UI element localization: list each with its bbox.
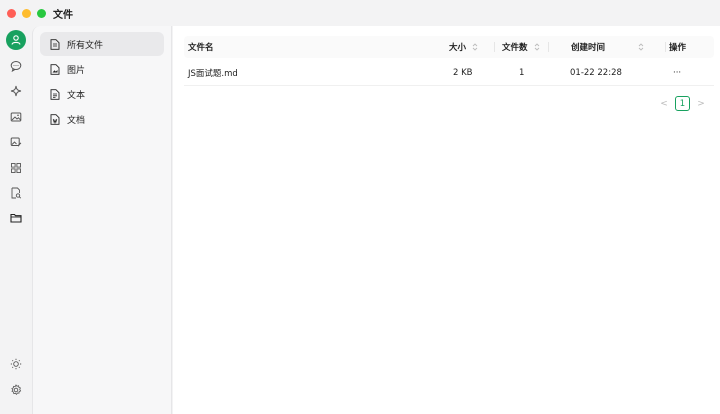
sidebar-item-label: 文档	[67, 115, 86, 126]
image-edit-nav-button[interactable]	[6, 132, 26, 152]
folder-icon	[10, 214, 22, 223]
sidebar-item-text[interactable]: 文本	[40, 82, 164, 106]
apps-nav-button[interactable]	[6, 158, 26, 178]
settings-button[interactable]	[6, 380, 26, 400]
sidebar-item-label: 所有文件	[67, 40, 104, 51]
avatar[interactable]	[6, 30, 26, 50]
files-nav-button[interactable]	[6, 208, 26, 228]
column-header-created[interactable]: 创建时间	[571, 36, 605, 58]
user-icon	[11, 35, 21, 45]
next-page-button[interactable]: >	[694, 97, 708, 111]
prev-page-button[interactable]: <	[657, 97, 671, 111]
pagination: < 1 >	[657, 96, 708, 111]
table-row[interactable]: JS面试题.md 2 KB 1 01-22 22:28 ···	[184, 60, 714, 86]
image-edit-icon	[10, 137, 22, 148]
file-count-cell: 1	[519, 68, 525, 78]
file-size-cell: 2 KB	[453, 68, 473, 78]
created-sort-control[interactable]	[632, 36, 644, 58]
zoom-window-button[interactable]	[37, 8, 46, 18]
column-header-file-count[interactable]: 文件数	[502, 36, 540, 58]
title-bar: 文件	[0, 0, 720, 26]
table-header: 文件名 大小 文件数 创建时间 操作	[184, 36, 714, 58]
minimize-window-button[interactable]	[22, 8, 31, 18]
more-actions-button[interactable]: ···	[673, 60, 681, 86]
text-file-icon	[50, 88, 60, 100]
window-controls	[7, 8, 46, 18]
grid-icon	[11, 162, 21, 173]
file-icon	[50, 38, 60, 50]
sun-icon	[10, 358, 22, 370]
created-time-cell: 01-22 22:28	[570, 68, 622, 78]
sidebar-item-images[interactable]: 图片	[40, 57, 164, 81]
files-sidebar: 所有文件 图片 文本 文档	[32, 26, 172, 414]
sort-icon[interactable]	[472, 42, 478, 52]
document-search-icon	[11, 187, 22, 199]
chat-bubble-icon	[10, 61, 22, 72]
close-window-button[interactable]	[7, 8, 16, 18]
sidebar-item-all-files[interactable]: 所有文件	[40, 32, 164, 56]
column-header-size[interactable]: 大小	[449, 36, 478, 58]
assistant-nav-button[interactable]	[6, 81, 26, 101]
doc-search-nav-button[interactable]	[6, 183, 26, 203]
column-header-action: 操作	[669, 43, 687, 53]
column-divider	[494, 42, 495, 52]
column-divider	[548, 42, 549, 52]
theme-toggle-button[interactable]	[6, 354, 26, 374]
image-icon	[10, 112, 22, 122]
images-nav-button[interactable]	[6, 107, 26, 127]
document-file-icon	[50, 113, 60, 125]
sort-icon[interactable]	[638, 42, 644, 52]
file-name-cell[interactable]: JS面试题.md	[188, 60, 238, 86]
sort-icon[interactable]	[534, 42, 540, 52]
current-page-button[interactable]: 1	[675, 96, 690, 111]
sidebar-item-label: 文本	[67, 90, 86, 101]
gear-icon	[11, 384, 22, 396]
icon-rail	[0, 26, 32, 414]
column-header-name[interactable]: 文件名	[188, 36, 214, 58]
window-title: 文件	[53, 9, 73, 21]
sidebar-item-documents[interactable]: 文档	[40, 107, 164, 131]
column-divider	[665, 42, 666, 52]
image-file-icon	[50, 63, 60, 75]
sparkle-icon	[10, 86, 22, 97]
sidebar-item-label: 图片	[67, 65, 86, 76]
rail-bottom	[0, 354, 32, 406]
file-list-panel: 文件名 大小 文件数 创建时间 操作 JS面试题.md 2 KB 1 01-22…	[173, 26, 720, 414]
chat-nav-button[interactable]	[6, 56, 26, 76]
